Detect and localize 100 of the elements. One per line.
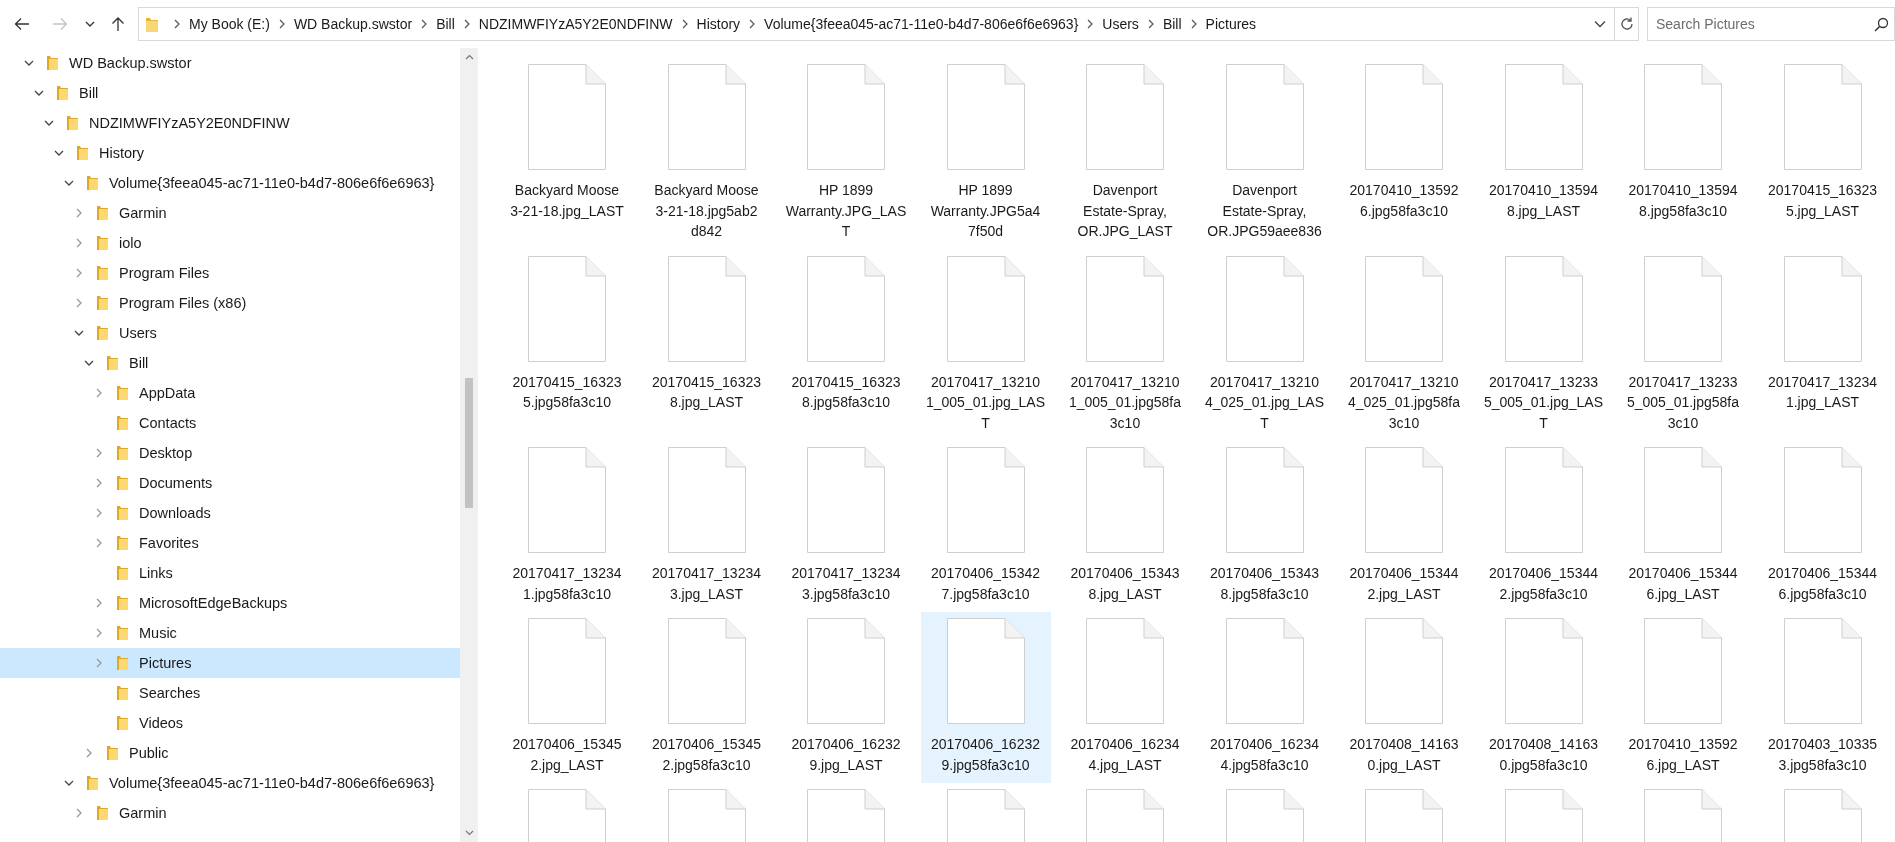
file-item[interactable]: 20170406_15344 2.jpg58fa3c10 [1478,441,1609,612]
file-item[interactable]: 20170417_13233 5_005_01.jpg58fa 3c10 [1618,249,1748,441]
tree-item[interactable]: Program Files [0,258,460,288]
file-item[interactable]: 20170410_13592 6.jpg_LAST [1618,612,1748,783]
file-item[interactable]: 20170410_13594 8.jpg_LAST [1478,58,1609,229]
tree-item[interactable]: MicrosoftEdgeBackups [0,588,460,618]
file-item[interactable]: 20170417_13234 3.jpg_LAST [641,441,772,612]
file-name: 20170417_13233 5_005_01.jpg_LAS T [1483,372,1604,433]
file-item[interactable]: 20170417_13210 1_005_01.jpg_LAS T [920,249,1051,441]
file-item[interactable]: 20170417_13210 4_025_01.jpg_LAS T [1199,249,1330,441]
file-name: 20170417_13233 5_005_01.jpg58fa 3c10 [1626,372,1740,433]
tree-item[interactable]: Volume{3feea045-ac71-11e0-b4d7-806e6f6e6963} [0,768,460,798]
tree-item[interactable]: Videos [0,708,460,738]
breadcrumb-item[interactable]: WD Backup.swstor [293,16,413,32]
tree-item[interactable]: Contacts [0,408,460,438]
tree-item[interactable]: NDZIMWFIYzA5Y2E0NDFINW [0,108,460,138]
file-item[interactable]: 20170406_15345 2.jpg_LAST [502,612,632,783]
file-item[interactable]: 20170406_15343 8.jpg_LAST [1060,441,1190,612]
folder-icon [46,54,59,72]
tree-item[interactable]: Garmin [0,798,460,828]
file-item[interactable]: Davenport Estate-Spray, OR.JPG59aee836 [1199,58,1330,250]
file-item[interactable]: 20170403_10335 3.jpg58fa3c10 [1757,612,1888,783]
file-item[interactable]: 20170417_13210 4_025_01.jpg58fa 3c10 [1339,249,1469,441]
file-item[interactable]: 20170415_16323 8.jpg_LAST [641,249,772,421]
tree-item[interactable]: Bill [0,78,460,108]
file-item[interactable]: 20170408_14163 0.jpg_LAST [1339,612,1469,783]
tree-item[interactable]: History [0,138,460,168]
tree-item[interactable]: Pictures [0,648,460,678]
scroll-down-icon[interactable] [464,830,474,836]
document-icon [667,64,746,170]
tree-item[interactable]: Public [0,738,460,768]
tree-item[interactable]: iolo [0,228,460,258]
tree-item[interactable]: Garmin [0,198,460,228]
address-bar[interactable]: My Book (E:) WD Backup.swstor Bill NDZIMWFIYzA5Y2E0NDFINW History Volume{3feea045-ac71-11e0-b4d7-806e6f6e6963} Users Bill Pictures [138,7,1615,41]
breadcrumb-item[interactable]: NDZIMWFIYzA5Y2E0NDFINW [478,16,673,32]
file-item[interactable]: 20170417_13210 1_005_01.jpg58fa 3c10 [1060,249,1190,441]
file-item[interactable]: 20170406_15344 2.jpg_LAST [1339,441,1469,612]
scrollbar-thumb[interactable] [465,378,473,508]
file-item[interactable]: HP 1899 Warranty.JPG_LAS T [781,58,911,250]
tree-item[interactable]: Desktop [0,438,460,468]
breadcrumb-item[interactable]: Users [1102,16,1139,32]
file-item[interactable]: 20170406_15342 7.jpg58fa3c10 [920,441,1051,612]
document-icon [807,255,885,362]
refresh-button[interactable] [1615,7,1639,41]
tree-item[interactable]: Downloads [0,498,460,528]
file-item[interactable]: 20170410_13594 8.jpg58fa3c10 [1618,58,1748,229]
breadcrumb-item[interactable]: Bill [1162,16,1182,32]
tree-item-label: NDZIMWFIYzA5Y2E0NDFINW [89,115,290,131]
file-item[interactable]: 20170406_16234 4.jpg_LAST [1060,612,1190,783]
document-icon [1644,618,1722,724]
tree-item-label: Videos [139,715,184,731]
file-item[interactable]: 20170406_15344 6.jpg_LAST [1618,441,1748,612]
tree-item[interactable]: Bill [0,348,460,378]
file-item[interactable]: 20170406_15345 2.jpg58fa3c10 [641,612,772,783]
folder-icon [76,144,89,162]
file-name: 20170410_13594 8.jpg58fa3c10 [1628,181,1738,221]
chevron-right-icon [1190,19,1197,29]
breadcrumb-item[interactable]: Pictures [1205,16,1257,32]
tree-item[interactable]: Documents [0,468,460,498]
file-item[interactable]: 20170406_15343 8.jpg58fa3c10 [1199,441,1330,612]
breadcrumb-item[interactable]: Bill [436,16,455,32]
file-item[interactable]: 20170410_13592 6.jpg58fa3c10 [1339,58,1469,229]
file-item[interactable]: 20170406_16232 9.jpg58fa3c10 [920,612,1051,783]
search-field[interactable]: Search Pictures [1647,7,1895,41]
file-item[interactable]: 20170417_13233 5_005_01.jpg_LAS T [1478,249,1609,441]
file-item[interactable]: 20170406_15344 6.jpg58fa3c10 [1757,441,1888,612]
file-item[interactable]: 20170417_13234 3.jpg58fa3c10 [781,441,911,612]
file-item[interactable]: Davenport Estate-Spray, OR.JPG_LAST [1060,58,1190,250]
breadcrumb-item[interactable]: My Book (E:) [189,16,270,32]
tree-item[interactable]: WD Backup.swstor [0,48,460,78]
refresh-icon [1618,16,1635,32]
breadcrumb-item[interactable]: History [696,16,741,32]
document-icon [1086,255,1164,362]
file-name: 20170417_13210 4_025_01.jpg58fa 3c10 [1347,372,1461,433]
file-item[interactable]: Backyard Moose 3-21-18.jpg5ab2 d842 [641,58,772,250]
file-item[interactable]: 20170406_16234 4.jpg58fa3c10 [1199,612,1330,783]
tree-item-label: Pictures [139,655,192,671]
tree-item[interactable]: Searches [0,678,460,708]
file-item[interactable]: 20170415_16323 5.jpg58fa3c10 [502,249,632,421]
tree-item[interactable]: Favorites [0,528,460,558]
scrollbar[interactable] [460,48,478,842]
file-item[interactable]: HP 1899 Warranty.JPG5a4 7f50d [920,58,1051,250]
file-item[interactable]: 20170408_14163 0.jpg58fa3c10 [1478,612,1609,783]
file-item[interactable]: 20170417_13234 1.jpg58fa3c10 [502,441,632,612]
file-item[interactable]: 20170417_13234 1.jpg_LAST [1757,249,1888,421]
file-item[interactable]: 20170415_16323 5.jpg_LAST [1757,58,1888,229]
file-name: 20170406_15342 7.jpg58fa3c10 [931,564,1040,604]
scroll-up-icon[interactable] [464,54,474,60]
file-item[interactable]: Backyard Moose 3-21-18.jpg_LAST [502,58,632,229]
dropdown-chevron-icon[interactable] [1594,20,1606,28]
tree-item[interactable]: Links [0,558,460,588]
file-item[interactable]: 20170406_16232 9.jpg_LAST [781,612,911,783]
breadcrumb-item[interactable]: Volume{3feea045-ac71-11e0-b4d7-806e6f6e6963} [764,16,1079,32]
tree-item[interactable]: Users [0,318,460,348]
tree-item[interactable]: Music [0,618,460,648]
tree-item[interactable]: Program Files (x86) [0,288,460,318]
tree-item[interactable]: AppData [0,378,460,408]
chevron-right-icon [463,19,470,29]
tree-item[interactable]: Volume{3feea045-ac71-11e0-b4d7-806e6f6e6963} [0,168,460,198]
file-item[interactable]: 20170415_16323 8.jpg58fa3c10 [781,249,911,421]
